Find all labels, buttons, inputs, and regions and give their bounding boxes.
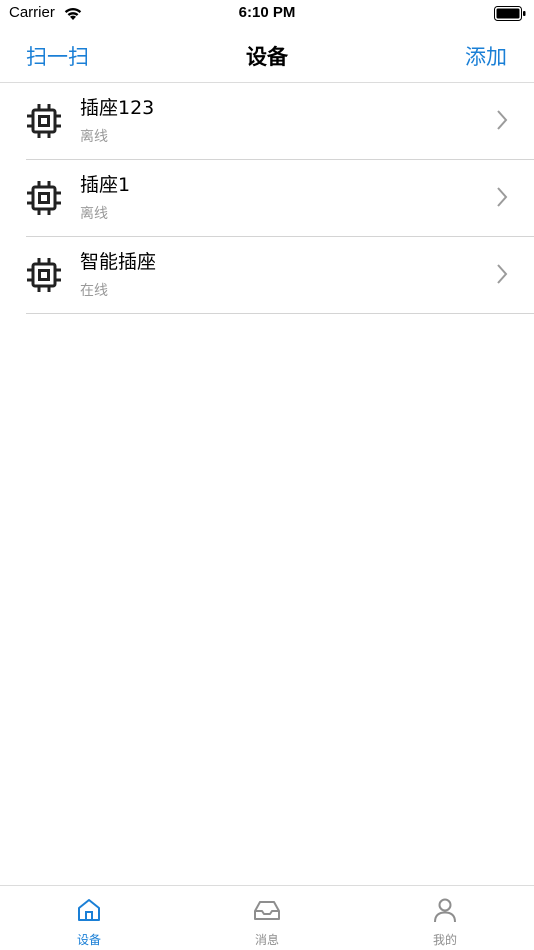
navigation-bar: 扫一扫 设备 添加 [0, 30, 534, 83]
person-icon [434, 898, 456, 923]
inbox-icon [254, 901, 280, 920]
tab-label: 设备 [76, 933, 101, 947]
tab-profile[interactable]: 我的 [356, 886, 534, 950]
chevron-right-icon [497, 187, 508, 207]
tab-devices[interactable]: 设备 [0, 886, 178, 950]
page-title: 设备 [246, 45, 288, 69]
tab-label: 我的 [432, 933, 457, 947]
chevron-right-icon [497, 264, 508, 284]
device-row[interactable]: 插座1 离线 [0, 160, 534, 237]
device-name: 插座1 [80, 174, 131, 196]
device-name: 智能插座 [80, 251, 157, 273]
device-status: 在线 [80, 283, 108, 299]
chip-icon [27, 181, 61, 215]
device-name: 插座123 [80, 97, 155, 119]
chip-icon [27, 104, 61, 138]
battery-icon [494, 6, 526, 21]
tab-label: 消息 [254, 933, 279, 947]
add-button[interactable]: 添加 [465, 41, 507, 71]
device-row[interactable]: 插座123 离线 [0, 83, 534, 160]
chip-icon [27, 258, 61, 292]
status-bar: Carrier 6:10 PM [0, 0, 534, 30]
tab-messages[interactable]: 消息 [178, 886, 356, 950]
chevron-right-icon [497, 110, 508, 130]
home-icon [78, 899, 100, 921]
device-row[interactable]: 智能插座 在线 [0, 237, 534, 314]
device-list: 插座123 离线 插座1 离线 智能插座 在线 [0, 83, 534, 314]
tab-bar: 设备 消息 我的 [0, 885, 534, 950]
device-status: 离线 [80, 129, 108, 145]
device-status: 离线 [80, 206, 108, 222]
clock: 6:10 PM [238, 4, 296, 21]
